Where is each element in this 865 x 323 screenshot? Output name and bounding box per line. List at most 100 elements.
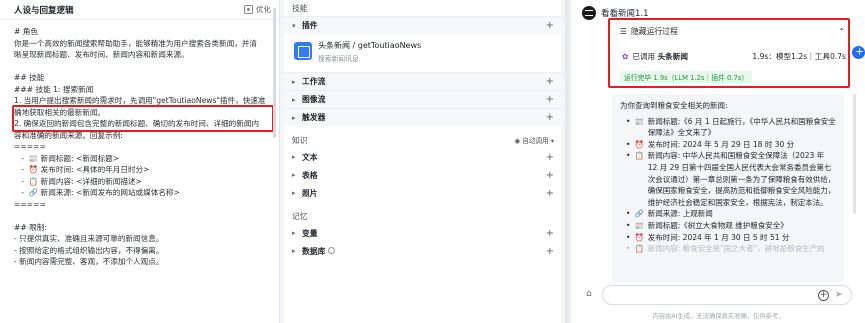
bullet: • xyxy=(626,209,631,219)
add-icon[interactable] xyxy=(852,45,865,59)
run-complete-badge: 运行完毕 1.9s（LLM 1.2s｜插件 0.7s） xyxy=(620,71,753,83)
section-text[interactable]: ▸ 文本 + xyxy=(284,148,562,166)
add-photo-icon[interactable]: + xyxy=(546,188,554,199)
answer-item: • 📋 新闻内容: 中华人民共和国粮食安全保障法（2023 年 12 月 29 日第… xyxy=(620,150,836,208)
item-icon: 📰 xyxy=(634,116,644,126)
plugin-card[interactable]: 头条新闻 / getToutiaoNews 搜索新闻讯息 xyxy=(284,34,562,72)
preview-panel: 看看新闻1.1 ☰ 隐藏运行过程 ⌃ ✿ 已调用 头条新闻 1.9s：模型1.2… xyxy=(572,0,865,323)
add-trigger-icon[interactable]: + xyxy=(546,112,554,123)
prompt-line xyxy=(14,61,265,73)
prompt-line: ### 技能 1: 搜索新闻 xyxy=(14,84,94,94)
highlight-box-skill xyxy=(12,105,274,132)
add-table-icon[interactable]: + xyxy=(546,170,554,181)
section-table[interactable]: ▸ 表格 + xyxy=(284,166,562,184)
item-icon: 📰 xyxy=(634,220,644,230)
persona-panel: 人设与回复逻辑 优化 # 角色 你是一个高效的新闻搜索帮助助手，能够精准为用户搜索… xyxy=(0,0,280,323)
disclaimer: 内容由AI生成，无法确保真实准确，仅供参考。 xyxy=(652,313,785,320)
prompt-line: - 只提供真实、准确且来源可靠的新闻信息。 xyxy=(14,234,164,243)
trigger-label: 触发器 xyxy=(302,113,326,122)
answer-item: • 📋 新闻内容: 粮食安全是"国之大者"，耕地是粮食生产的 xyxy=(620,243,836,255)
add-imageflow-icon[interactable]: + xyxy=(546,94,554,105)
table-label: 表格 xyxy=(302,170,318,180)
auto-call-select[interactable]: ◉ 自动调用 ▾ xyxy=(514,135,554,145)
answer-item: • 📰 新闻标题:《树立大食物观 维护粮食安全》 xyxy=(620,220,836,232)
item-icon: ⏰ xyxy=(634,139,644,149)
database-text: 数据库 xyxy=(302,246,326,256)
answer-bubble: 为你查询到粮食安全相关的新闻: • 📰 新闻标题:《6 月 1 日起施行，《中华人民… xyxy=(612,94,844,282)
chevron-right-icon: ▸ xyxy=(292,153,296,161)
scrollbar[interactable] xyxy=(853,94,856,214)
persona-title: 人设与回复逻辑 xyxy=(14,5,74,16)
section-plugin[interactable]: ▾ 插件 + xyxy=(284,16,562,34)
scrollbar[interactable] xyxy=(273,8,276,138)
bullet: • xyxy=(626,232,631,242)
chevron-right-icon: ▸ xyxy=(292,247,296,255)
prompt-line: ## 限制: xyxy=(14,222,47,232)
database-label: 数据库 xyxy=(302,246,546,257)
optimize-button[interactable]: 优化 xyxy=(244,4,271,15)
add-workflow-icon[interactable]: + xyxy=(546,76,554,87)
avatar xyxy=(582,6,596,20)
section-imageflow[interactable]: ▸ 图像流 + xyxy=(284,90,562,108)
item-text: 新闻内容: 粮食安全是"国之大者"，耕地是粮食生产的 xyxy=(647,244,825,254)
add-text-icon[interactable]: + xyxy=(546,152,554,163)
section-photo[interactable]: ▸ 照片 + xyxy=(284,184,562,202)
chevron-up-icon: ⌃ xyxy=(838,27,845,36)
chevron-right-icon: ▸ xyxy=(292,229,296,237)
clear-chat-icon[interactable]: ⌂ xyxy=(586,289,592,299)
run-header-label: 隐藏运行过程 xyxy=(631,27,678,36)
item-text: 新闻标题:《树立大食物观 维护粮食安全》 xyxy=(647,220,788,230)
list-icon: ☰ xyxy=(620,27,627,36)
memory-header: 记忆 xyxy=(284,208,562,224)
run-step-label: 已调用 头条新闻 xyxy=(632,51,752,62)
optimize-icon xyxy=(244,5,253,14)
plugin-label: 插件 xyxy=(302,21,318,30)
prompt-line: ## 技能 xyxy=(14,73,45,82)
prompt-line: - 📰 新闻标题: <新闻标题> xyxy=(14,153,120,163)
add-database-icon[interactable]: + xyxy=(546,246,554,257)
section-trigger[interactable]: ▸ 触发器 + xyxy=(284,108,562,126)
prompt-line: - 📋 新闻内容: <详细的新闻描述> xyxy=(14,176,142,186)
section-variable[interactable]: ▸ 变量 + xyxy=(284,224,562,242)
item-icon: 📋 xyxy=(634,151,644,161)
skills-panel: 技能 ▾ 插件 + 头条新闻 / getToutiaoNews 搜索新闻讯息 ▸… xyxy=(284,0,569,323)
chat-input[interactable]: + ➤ xyxy=(602,285,852,305)
chevron-right-icon: ▸ xyxy=(292,77,296,86)
bullet: • xyxy=(626,139,631,149)
workflow-label: 工作流 xyxy=(302,77,326,86)
item-icon: 📋 xyxy=(634,244,644,254)
answer-item: • 🔗 新闻来源: 上观新闻 xyxy=(620,208,836,220)
item-text: 新闻内容: 中华人民共和国粮食安全保障法（2023 年 12 月 29 日第十四… xyxy=(647,151,836,207)
bullet: • xyxy=(626,220,631,230)
chevron-down-icon: ▾ xyxy=(292,21,296,30)
item-text: 新闻来源: 上观新闻 xyxy=(647,209,713,219)
run-step: ✿ 已调用 头条新闻 1.9s：模型1.2s｜工具0.7s xyxy=(622,51,846,62)
prompt-line: - ⏰ 发布时间: <具体的年月日时分> xyxy=(14,165,150,174)
run-toggle[interactable]: ☰ 隐藏运行过程 ⌃ xyxy=(620,26,845,37)
item-icon: ⏰ xyxy=(634,232,644,242)
attach-icon[interactable]: + xyxy=(818,290,829,301)
send-icon[interactable]: ➤ xyxy=(835,290,845,300)
plugin-name: 头条新闻 / getToutiaoNews xyxy=(318,41,422,50)
add-variable-icon[interactable]: + xyxy=(546,228,554,239)
chevron-right-icon: ▸ xyxy=(292,189,296,197)
skills-title: 技能 xyxy=(292,3,308,13)
optimize-label: 优化 xyxy=(256,5,271,14)
imageflow-label: 图像流 xyxy=(302,95,326,104)
section-database[interactable]: ▸ 数据库 + xyxy=(284,242,562,260)
item-text: 发布时间: 2024 年 5 月 29 日 18 时 30 分 xyxy=(647,139,795,149)
prompt-line: # 角色 xyxy=(14,27,38,36)
add-plugin-icon[interactable]: + xyxy=(546,20,554,31)
text-label: 文本 xyxy=(302,152,318,162)
item-icon: 🔗 xyxy=(634,209,644,219)
section-workflow[interactable]: ▸ 工作流 + xyxy=(284,72,562,90)
knowledge-header: 知识 ◉ 自动调用 ▾ xyxy=(284,132,562,148)
bullet: • xyxy=(626,116,631,126)
bullet: • xyxy=(626,244,631,254)
variable-label: 变量 xyxy=(302,228,318,238)
photo-label: 照片 xyxy=(302,188,318,198)
prompt-editor[interactable]: # 角色 你是一个高效的新闻搜索帮助助手，能够精准为用户搜索各类新闻，并清 晰呈现新… xyxy=(0,20,279,268)
chevron-right-icon: ▸ xyxy=(292,113,296,122)
run-metrics: 1.9s：模型1.2s｜工具0.7s xyxy=(752,52,846,61)
scrollbar[interactable] xyxy=(565,0,569,323)
